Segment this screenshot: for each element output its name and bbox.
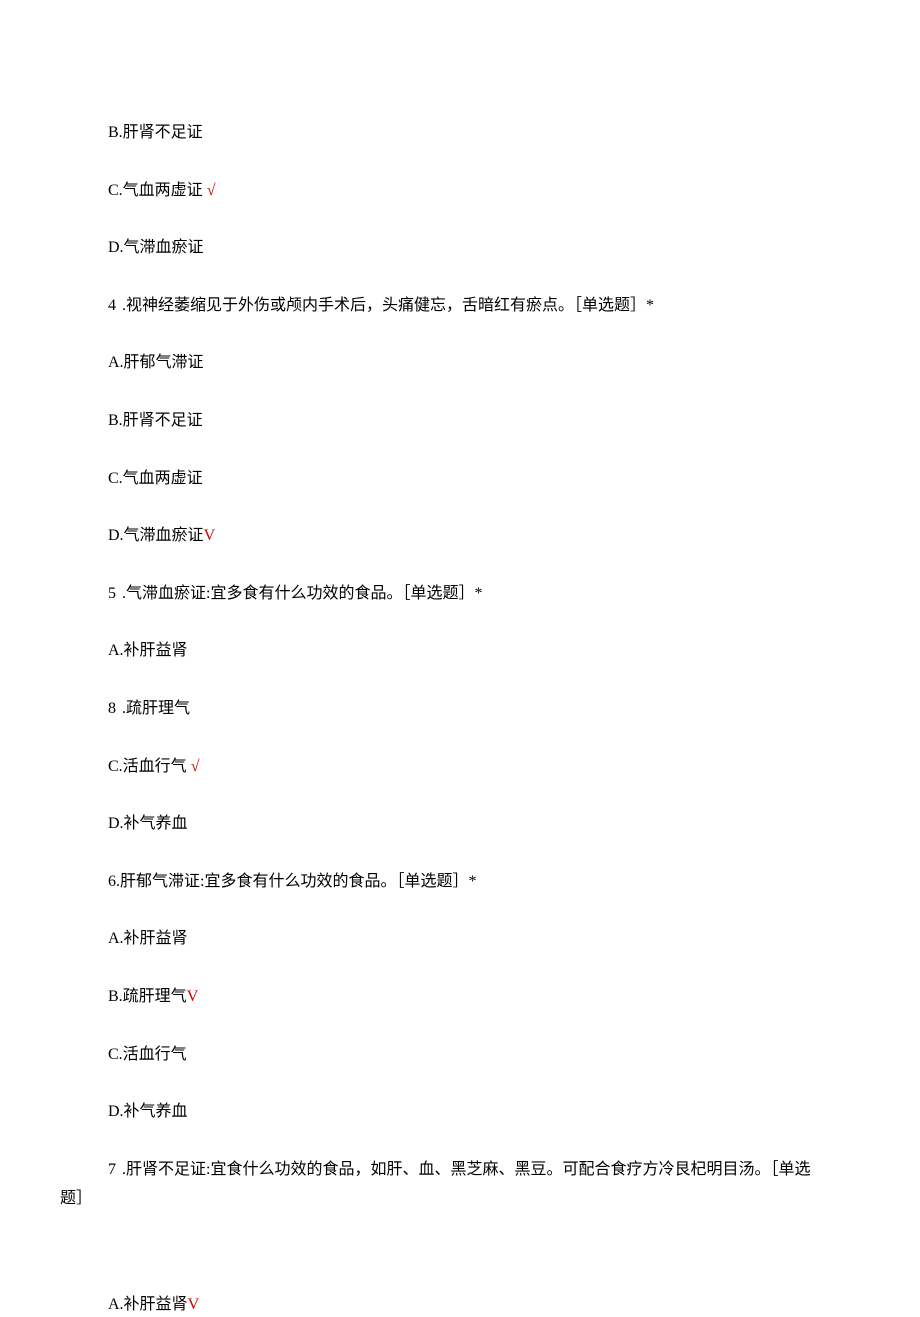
question-4-option-a: A.肝郁气滞证 (60, 350, 860, 376)
option-text: C.气血两虚证 (108, 470, 203, 487)
question-6-option-b: B.疏肝理气V (60, 984, 860, 1010)
option-text: A.补肝益肾 (108, 930, 188, 947)
option-d-previous: D.气滞血瘀证 (60, 235, 860, 261)
option-number: 8 (108, 700, 118, 717)
check-mark-icon: √ (191, 758, 200, 775)
question-7: 7 .肝肾不足证:宜食什么功效的食品，如肝、血、黑芝麻、黑豆。可配合食疗方冷艮杞… (60, 1157, 860, 1212)
question-7-option-a: A.补肝益肾V (60, 1292, 860, 1317)
question-4-option-b: B.肝肾不足证 (60, 408, 860, 434)
option-text: .疏肝理气 (118, 700, 190, 717)
question-text-line1: .肝肾不足证:宜食什么功效的食品，如肝、血、黑芝麻、黑豆。可配合食疗方冷艮杞明目… (118, 1161, 810, 1178)
option-text: A.补肝益肾 (108, 642, 188, 659)
question-6-option-c: C.活血行气 (60, 1042, 860, 1068)
option-text: D.气滞血瘀证 (108, 239, 204, 256)
option-text: A.肝郁气滞证 (108, 354, 204, 371)
option-text: D.补气养血 (108, 815, 188, 832)
question-text-line2: 题］ (60, 1190, 92, 1207)
option-text: A.补肝益肾 (108, 1296, 188, 1313)
check-mark-icon: V (188, 1296, 200, 1313)
option-text: C.活血行气 (108, 1046, 187, 1063)
option-b-previous: B.肝肾不足证 (60, 120, 860, 146)
check-mark-icon: V (204, 527, 216, 544)
check-mark-icon: √ (207, 182, 216, 199)
option-text: B.疏肝理气 (108, 988, 187, 1005)
question-number: 7 (108, 1161, 118, 1178)
option-text: B.肝肾不足证 (108, 412, 203, 429)
question-6-option-d: D.补气养血 (60, 1099, 860, 1125)
option-text: C.气血两虚证 (108, 182, 207, 199)
question-text: .气滞血瘀证:宜多食有什么功效的食品。［单选题］* (118, 585, 482, 602)
question-4: 4 .视神经萎缩见于外伤或颅内手术后，头痛健忘，舌暗红有瘀点。［单选题］* (60, 293, 860, 319)
question-4-option-d: D.气滞血瘀证V (60, 523, 860, 549)
check-mark-icon: V (187, 988, 199, 1005)
question-5-option-d: D.补气养血 (60, 811, 860, 837)
question-4-option-c: C.气血两虚证 (60, 466, 860, 492)
question-6: 6.肝郁气滞证:宜多食有什么功效的食品。［单选题］* (60, 869, 860, 895)
option-text: D.气滞血瘀证 (108, 527, 204, 544)
option-text: B.肝肾不足证 (108, 124, 203, 141)
question-number: 5 (108, 585, 118, 602)
option-text: C.活血行气 (108, 758, 191, 775)
question-5-option-c: C.活血行气 √ (60, 754, 860, 780)
option-text: D.补气养血 (108, 1103, 188, 1120)
question-text: 6.肝郁气滞证:宜多食有什么功效的食品。［单选题］* (108, 873, 476, 890)
question-5-option-b: 8 .疏肝理气 (60, 696, 860, 722)
question-number: 4 (108, 297, 118, 314)
question-5: 5 .气滞血瘀证:宜多食有什么功效的食品。［单选题］* (60, 581, 860, 607)
question-6-option-a: A.补肝益肾 (60, 926, 860, 952)
question-5-option-a: A.补肝益肾 (60, 638, 860, 664)
option-c-previous: C.气血两虚证 √ (60, 178, 860, 204)
question-text: .视神经萎缩见于外伤或颅内手术后，头痛健忘，舌暗红有瘀点。［单选题］* (118, 297, 654, 314)
